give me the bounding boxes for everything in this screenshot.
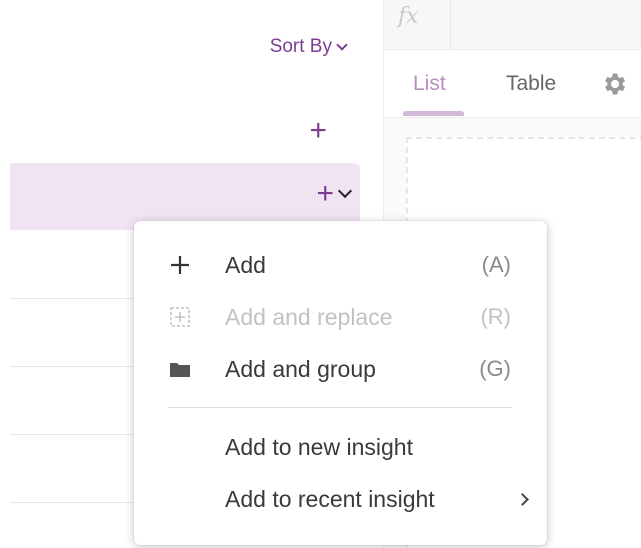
menu-item-add[interactable]: Add (A)	[134, 239, 547, 291]
list-item-selected[interactable]: +	[10, 163, 360, 230]
menu-item-shortcut: (R)	[480, 304, 511, 329]
menu-item-label: Add to recent insight	[225, 486, 435, 512]
sort-by-label: Sort By	[269, 36, 332, 57]
chevron-down-icon	[336, 38, 348, 51]
add-dropdown-button[interactable]: +	[316, 177, 353, 210]
menu-item-add-to-new-insight[interactable]: Add to new insight	[134, 421, 547, 473]
menu-item-shortcut: (A)	[481, 252, 511, 277]
add-context-menu: Add (A) Add and replace (R) Add and grou…	[134, 221, 547, 545]
tab-list[interactable]: List	[413, 72, 446, 96]
add-plus-icon[interactable]: +	[309, 116, 327, 146]
chevron-down-icon	[337, 183, 353, 199]
menu-item-shortcut: (G)	[479, 356, 511, 381]
fx-icon: fx	[398, 4, 419, 29]
formula-bar[interactable]: fx	[384, 0, 641, 50]
app-root: Sort By + + fx List Table Add (A) Add an…	[0, 0, 641, 548]
add-replace-icon	[170, 307, 190, 327]
chevron-right-icon	[516, 493, 529, 506]
menu-item-add-and-group[interactable]: Add and group (G)	[134, 343, 547, 395]
active-tab-indicator	[403, 111, 464, 116]
plus-icon	[171, 256, 189, 274]
menu-item-add-and-replace[interactable]: Add and replace (R)	[134, 291, 547, 343]
view-tabs: List Table	[384, 50, 641, 118]
menu-item-add-to-recent-insight[interactable]: Add to recent insight	[134, 473, 547, 525]
gear-icon[interactable]	[600, 70, 628, 98]
folder-icon	[170, 363, 190, 377]
plus-icon: +	[316, 177, 334, 210]
formula-divider	[450, 0, 451, 50]
tab-table[interactable]: Table	[506, 72, 556, 96]
menu-item-label: Add	[225, 252, 266, 278]
menu-separator	[168, 407, 512, 408]
sort-by-dropdown[interactable]: Sort By	[269, 36, 348, 58]
menu-item-label: Add and replace	[225, 304, 393, 330]
menu-item-label: Add to new insight	[225, 434, 413, 460]
menu-item-label: Add and group	[225, 356, 376, 382]
